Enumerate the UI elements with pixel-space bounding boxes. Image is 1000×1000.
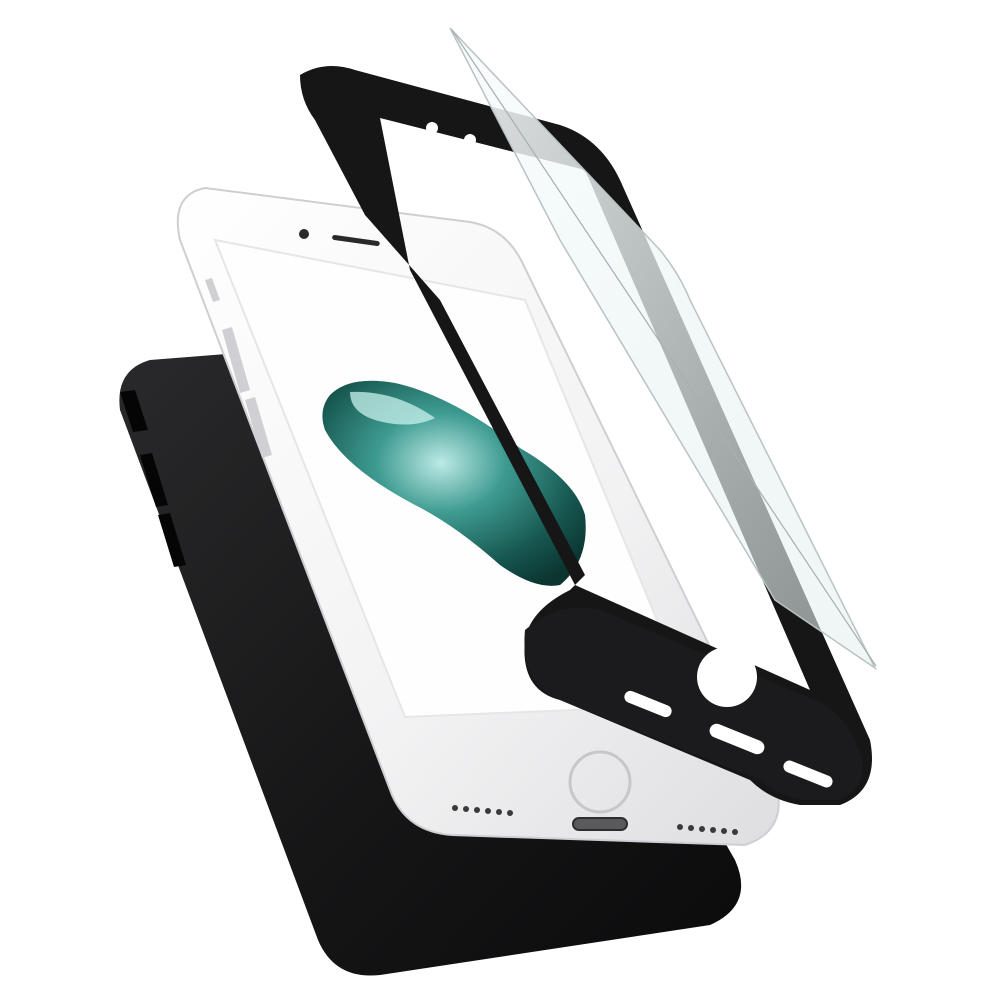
lightning-port bbox=[572, 817, 628, 831]
product-illustration bbox=[119, 27, 877, 976]
front-camera bbox=[299, 229, 309, 239]
bumper-home-cutout bbox=[697, 647, 757, 707]
